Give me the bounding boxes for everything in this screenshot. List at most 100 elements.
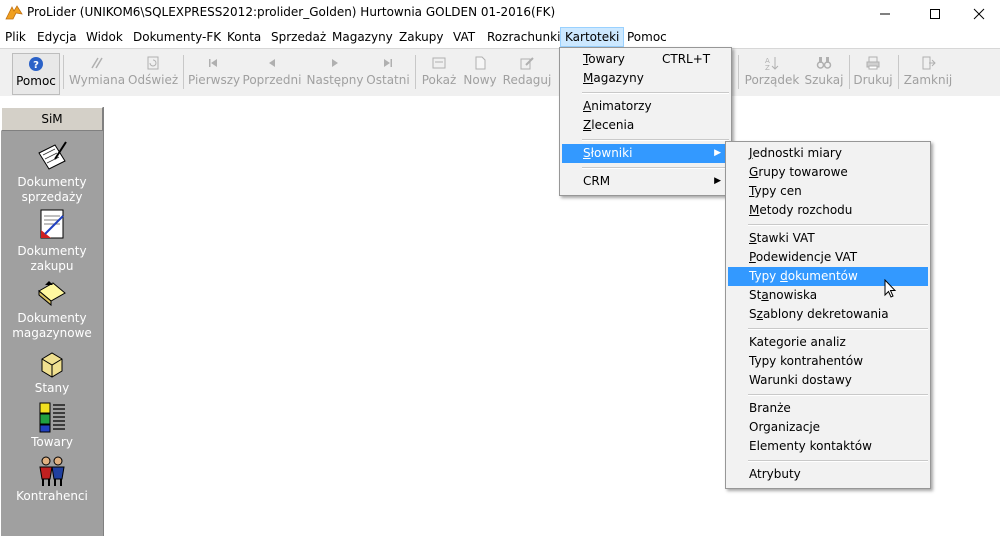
menu-item-label: Jednostki miary [749,146,842,160]
show-button[interactable]: Pokaż [420,53,458,93]
print-button-label: Drukuj [853,73,893,87]
menu-item-grupy-towarowe[interactable]: Grupy towarowe [728,163,928,182]
menu-item-typy-kontrahentow[interactable]: Typy kontrahentów [728,352,928,371]
menu-item-label: Atrybuty [749,467,801,481]
prolider-app-icon [5,5,23,20]
menu-item-label: Podewidencje VAT [749,250,858,264]
refresh-button-label: Odśwież [128,73,179,87]
menu-item-label: Magazyny [583,71,644,85]
refresh-button[interactable]: Odśwież [128,53,178,93]
menu-item-magazyny[interactable]: Magazyny [562,69,729,88]
sort-icon: AZ [765,57,779,71]
last-record-button[interactable]: Ostatni [366,53,410,93]
minimize-button[interactable] [862,0,908,27]
menu-item-label: Grupy towarowe [749,165,848,179]
close-icon [973,8,985,19]
menu-widok[interactable]: Widok [82,27,127,47]
menu-vat[interactable]: VAT [449,27,479,47]
sidebar-item-label: Kontrahenci [16,489,88,503]
exchange-button[interactable]: Wymiana [68,53,126,93]
menu-item-szablony-dekretowania[interactable]: Szablony dekretowania [728,305,928,324]
menu-rozrachunki[interactable]: Rozrachunki [483,27,564,47]
help-button[interactable]: ? Pomoc [12,53,60,95]
menu-item-branze[interactable]: Branże [728,399,928,418]
menu-kartoteki[interactable]: Kartoteki [560,27,625,47]
menu-item-stanowiska[interactable]: Stanowiska [728,286,928,305]
menu-item-animatorzy[interactable]: Animatorzy [562,97,729,116]
menu-item-zlecenia[interactable]: Zlecenia [562,116,729,135]
menu-item-label: Zlecenia [583,118,635,132]
warehouse-documents-icon [38,281,66,307]
menu-edycja[interactable]: Edycja [33,27,81,47]
sidebar-header[interactable]: SiM [1,107,103,131]
menu-separator [582,139,729,141]
printer-icon [866,56,880,70]
menu-item-slowniki[interactable]: Słowniki ▶ [562,144,729,163]
menu-item-typy-dokumentow[interactable]: Typy dokumentów [728,267,928,286]
menu-item-crm[interactable]: CRM ▶ [562,172,729,191]
menu-bar: Plik Edycja Widok Dokumenty-FK Konta Spr… [0,27,1000,47]
maximize-icon [930,8,940,19]
menu-item-towary[interactable]: Towary CTRL+T [562,50,729,69]
first-record-button-label: Pierwszy [188,73,241,87]
window-title: ProLider (UNIKOM6\SQLEXPRESS2012:prolide… [27,5,556,19]
menu-konta[interactable]: Konta [223,27,265,47]
refresh-icon [147,56,159,70]
sidebar-item-sales-documents[interactable]: Dokumenty sprzedaży [1,139,103,205]
close-door-icon [922,56,936,70]
sidebar-item-label: Dokumenty sprzedaży [17,175,87,204]
menu-zakupy[interactable]: Zakupy [395,27,447,47]
purchase-documents-icon [40,209,64,239]
menu-item-podewidencje-vat[interactable]: Podewidencje VAT [728,248,928,267]
menu-item-metody-rozchodu[interactable]: Metody rozchodu [728,201,928,220]
sidebar-item-contractors[interactable]: Kontrahenci [1,455,103,504]
sidebar-item-label: Dokumenty magazynowe [12,311,92,340]
sort-button[interactable]: AZ Porządek [744,53,800,93]
close-document-button-label: Zamknij [903,73,953,87]
print-button[interactable]: Drukuj [853,53,893,93]
menu-item-organizacje[interactable]: Organizacje [728,418,928,437]
next-record-button[interactable]: Następny [306,53,364,93]
close-window-button[interactable] [956,0,1000,27]
menu-dokumenty-fk[interactable]: Dokumenty-FK [129,27,225,47]
toolbar-separator [415,55,416,89]
previous-record-button[interactable]: Poprzedni [242,53,302,93]
menu-separator [748,328,928,330]
workspace-top [0,96,1000,106]
sales-documents-icon [38,141,67,170]
minimize-icon [880,13,890,14]
toolbar-separator [849,55,850,89]
menu-separator [582,167,729,169]
menu-item-typy-cen[interactable]: Typy cen [728,182,928,201]
menu-item-label: Stawki VAT [749,231,815,245]
menu-item-label: Typy dokumentów [749,269,858,283]
svg-text:Z: Z [765,64,770,71]
menu-item-warunki-dostawy[interactable]: Warunki dostawy [728,371,928,390]
edit-button[interactable]: Redaguj [502,53,552,93]
sidebar-item-stock[interactable]: Stany [1,349,103,396]
close-document-button[interactable]: Zamknij [903,53,953,93]
search-button-label: Szukaj [804,73,844,87]
menu-item-jednostki-miary[interactable]: Jednostki miary [728,144,928,163]
menu-plik[interactable]: Plik [1,27,30,47]
submenu-arrow-icon: ▶ [714,176,721,186]
menu-item-label: Branże [749,401,791,415]
sidebar-item-goods[interactable]: Towary [1,401,103,450]
next-record-button-label: Następny [306,73,364,87]
menu-sprzedaz[interactable]: Sprzedaż [267,27,330,47]
menu-separator [582,92,729,94]
first-record-button[interactable]: Pierwszy [188,53,241,93]
sidebar-item-purchase-documents[interactable]: Dokumenty zakupu [1,208,103,274]
search-button[interactable]: Szukaj [804,53,844,93]
show-button-label: Pokaż [421,73,457,87]
menu-item-atrybuty[interactable]: Atrybuty [728,465,928,484]
sidebar-item-warehouse-documents[interactable]: Dokumenty magazynowe [1,279,103,341]
menu-item-elementy-kontaktow[interactable]: Elementy kontaktów [728,437,928,456]
sort-button-label: Porządek [744,73,800,87]
menu-pomoc[interactable]: Pomoc [623,27,671,47]
maximize-button[interactable] [912,0,958,27]
new-button[interactable]: Nowy [461,53,499,93]
menu-item-stawki-vat[interactable]: Stawki VAT [728,229,928,248]
menu-magazyny[interactable]: Magazyny [328,27,397,47]
menu-item-kategorie-analiz[interactable]: Kategorie analiz [728,333,928,352]
